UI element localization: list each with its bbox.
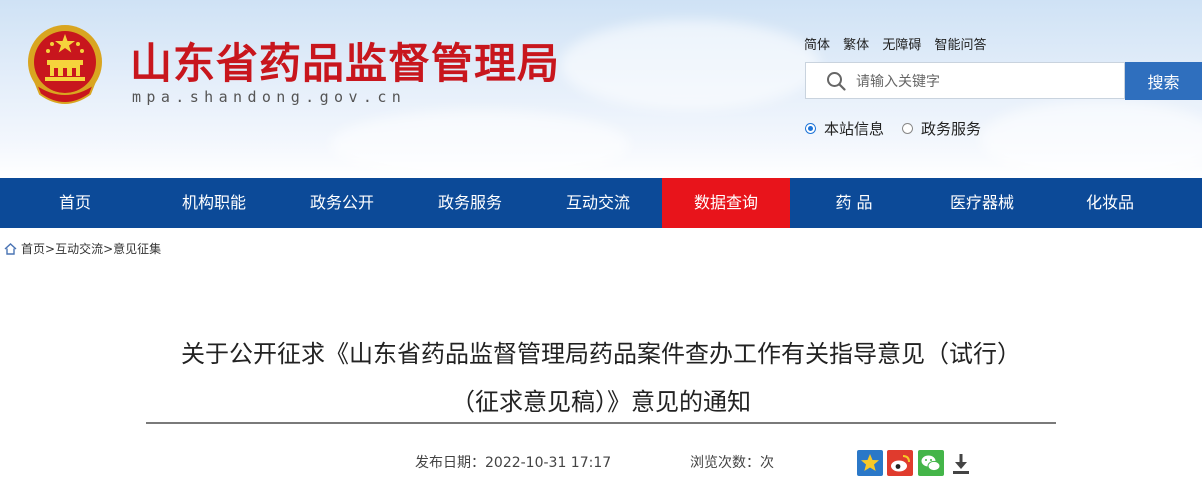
article-title: 关于公开征求《山东省药品监督管理局药品案件查办工作有关指导意见（试行） （征求意… <box>0 330 1202 426</box>
nav-gov-services[interactable]: 政务服务 <box>406 178 534 228</box>
breadcrumb-separator: > <box>45 241 56 256</box>
title-divider <box>146 422 1056 424</box>
header-cloud <box>560 20 820 110</box>
top-links: 简体 繁体 无障碍 智能问答 <box>804 34 995 53</box>
site-domain: mpa.shandong.gov.cn <box>132 88 407 106</box>
breadcrumb-interaction[interactable]: 互动交流 <box>55 240 103 257</box>
header-cloud <box>980 100 1202 178</box>
nav-drugs[interactable]: 药 品 <box>790 178 918 228</box>
scope-site-info[interactable]: 本站信息 <box>805 118 884 139</box>
search-box <box>805 62 1125 99</box>
search-button[interactable]: 搜索 <box>1125 62 1202 100</box>
link-traditional[interactable]: 繁体 <box>843 38 869 53</box>
emblem-icon <box>28 25 102 104</box>
view-count-suffix: 次 <box>760 455 774 471</box>
scope-gov-services-label: 政务服务 <box>921 120 982 138</box>
search-icon <box>827 72 846 91</box>
view-count: 浏览次数：次 <box>690 452 774 472</box>
view-count-label: 浏览次数： <box>690 455 760 471</box>
link-smart-qa[interactable]: 智能问答 <box>934 38 986 53</box>
breadcrumb: 首页 > 互动交流 > 意见征集 <box>4 240 161 257</box>
home-icon <box>4 242 17 255</box>
breadcrumb-separator: > <box>103 241 114 256</box>
nav-home[interactable]: 首页 <box>0 178 150 228</box>
link-simplified[interactable]: 简体 <box>804 38 830 53</box>
link-accessibility[interactable]: 无障碍 <box>882 38 921 53</box>
download-icon[interactable] <box>948 450 974 476</box>
scope-gov-services[interactable]: 政务服务 <box>902 118 981 139</box>
publish-date-label: 发布日期： <box>415 455 485 471</box>
nav-cosmetics[interactable]: 化妆品 <box>1046 178 1174 228</box>
header-cloud <box>330 110 630 178</box>
weibo-icon[interactable] <box>887 450 913 476</box>
article-title-line2: （征求意见稿）》意见的通知 <box>451 388 751 416</box>
nav-institution[interactable]: 机构职能 <box>150 178 278 228</box>
publish-date: 发布日期：2022-10-31 17:17 <box>415 452 611 472</box>
radio-unchecked[interactable] <box>902 123 914 134</box>
nav-gov-affairs[interactable]: 政务公开 <box>278 178 406 228</box>
publish-date-value: 2022-10-31 17:17 <box>485 455 612 471</box>
search-scope: 本站信息 政务服务 <box>805 118 999 139</box>
favorite-icon[interactable] <box>857 450 883 476</box>
search-input[interactable] <box>854 69 1123 95</box>
nav-data-query[interactable]: 数据查询 <box>662 178 790 228</box>
breadcrumb-current[interactable]: 意见征集 <box>113 240 161 257</box>
breadcrumb-home[interactable]: 首页 <box>21 240 45 257</box>
radio-checked[interactable] <box>805 123 816 134</box>
nav-medical-devices[interactable]: 医疗器械 <box>918 178 1046 228</box>
main-nav: 首页 机构职能 政务公开 政务服务 互动交流 数据查询 药 品 医疗器械 化妆品 <box>0 178 1202 228</box>
scope-site-info-label: 本站信息 <box>824 120 885 138</box>
site-title: 山东省药品监督管理局 <box>130 39 561 88</box>
wechat-icon[interactable] <box>918 450 944 476</box>
site-header: 山东省药品监督管理局 mpa.shandong.gov.cn 简体 繁体 无障碍… <box>0 0 1202 178</box>
article-title-line1: 关于公开征求《山东省药品监督管理局药品案件查办工作有关指导意见（试行） <box>181 340 1021 368</box>
nav-interaction[interactable]: 互动交流 <box>534 178 662 228</box>
